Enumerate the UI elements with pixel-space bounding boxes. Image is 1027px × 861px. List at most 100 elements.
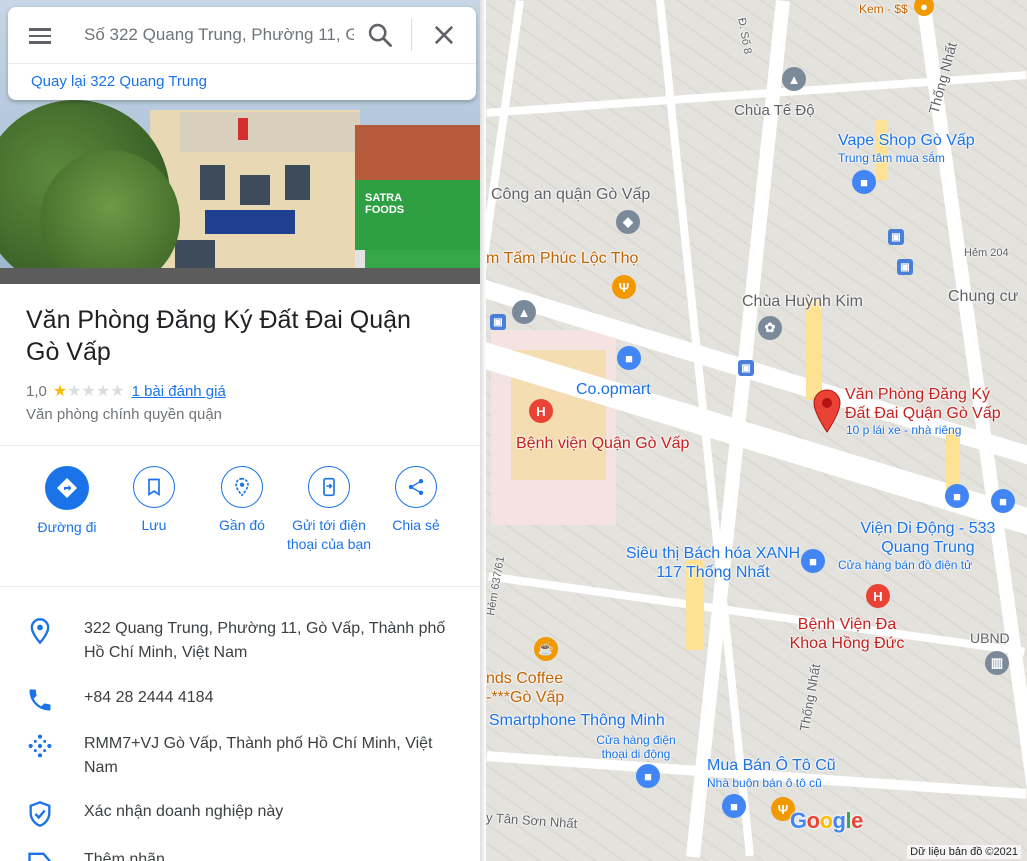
star-empty-icon: ★ <box>67 383 82 400</box>
rating-row: 1,0 ★★★★★ 1 bài đánh giá <box>26 381 226 401</box>
map-label[interactable]: nds Coffee <box>486 670 563 688</box>
search-icon[interactable] <box>366 21 394 49</box>
plus-code-icon <box>28 734 52 758</box>
photo-sign-text: SATRA FOODS <box>365 192 405 216</box>
action-label: Đường đi <box>37 519 97 535</box>
place-category[interactable]: Văn phòng chính quyền quận <box>26 406 222 423</box>
selected-place-sublabel: 10 p lái xe - nhà riêng <box>846 423 962 437</box>
map-label[interactable]: Mua Bán Ô Tô Cũ <box>707 757 836 775</box>
map-canvas[interactable]: Kem · $$ ● Đ. Số 8 Thống Nhất ▲ Chùa Tế … <box>486 0 1027 861</box>
shopping-pin-icon[interactable]: ■ <box>945 484 969 508</box>
building-yellow <box>876 120 888 180</box>
bus-stop-icon[interactable]: ▣ <box>897 259 913 275</box>
map-sublabel: Cửa hàng bán đồ điện tử <box>838 558 973 572</box>
reviews-link[interactable]: 1 bài đánh giá <box>132 383 226 400</box>
map-label[interactable]: Smartphone Thông Minh <box>489 712 665 730</box>
map-label[interactable]: Bệnh Viện Đa Khoa Hồng Đức <box>782 615 912 653</box>
save-button[interactable]: Lưu <box>110 466 198 535</box>
map-sublabel: Nhà buôn bán ô tô cũ <box>707 776 822 790</box>
temple-pin-icon[interactable]: ▲ <box>782 67 806 91</box>
label-icon <box>28 852 52 861</box>
google-logo: Google <box>790 808 863 833</box>
action-label: Chia sẻ <box>392 517 440 533</box>
plus-code-text: RMM7+VJ Gò Vấp, Thành phố Hồ Chí Minh, V… <box>84 735 433 776</box>
shopping-pin-icon[interactable]: ■ <box>991 489 1015 513</box>
directions-icon <box>57 478 77 498</box>
map-attribution[interactable]: Dữ liệu bản đồ ©2021 <box>907 845 1021 859</box>
verified-shield-icon <box>29 801 51 827</box>
street-label: Hẻm 204 <box>964 247 1009 259</box>
photo-window <box>240 175 270 205</box>
search-divider <box>411 19 412 51</box>
phone-icon <box>29 689 51 711</box>
map-label[interactable]: Siêu thị Bách hóa XANH 117 Thống Nhất <box>624 544 802 582</box>
temple-pin-icon[interactable]: ✿ <box>758 316 782 340</box>
menu-icon[interactable] <box>28 25 52 45</box>
shopping-pin-icon[interactable]: ■ <box>722 794 746 818</box>
shopping-pin-icon[interactable]: ■ <box>852 170 876 194</box>
close-icon[interactable] <box>430 21 458 49</box>
bus-stop-icon[interactable]: ▣ <box>490 314 506 330</box>
map-label[interactable]: Viện Di Động - 533 Quang Trung <box>853 519 1003 557</box>
bus-stop-icon[interactable]: ▣ <box>888 229 904 245</box>
search-input[interactable] <box>84 24 354 46</box>
location-pin-icon <box>30 618 50 645</box>
bookmark-icon <box>148 478 160 497</box>
hospital-pin-icon[interactable]: H <box>866 584 890 608</box>
school-pin-icon[interactable]: ▲ <box>512 300 536 324</box>
action-label: Lưu <box>141 517 167 533</box>
shopping-pin-icon[interactable]: ■ <box>636 764 660 788</box>
photo-flag <box>238 118 248 140</box>
food-pin-icon[interactable]: Ψ <box>612 275 636 299</box>
share-button[interactable]: Chia sẻ <box>372 466 460 535</box>
police-pin-icon[interactable]: ◆ <box>616 210 640 234</box>
nearby-icon <box>235 477 249 497</box>
star-empty-icon: ★ <box>110 383 125 400</box>
divider <box>0 445 480 446</box>
action-label: Gửi tới điện thoại của bạn <box>286 517 372 552</box>
map-label[interactable]: Chùa Huỳnh Kim <box>742 293 863 311</box>
bus-stop-icon[interactable]: ▣ <box>738 360 754 376</box>
back-link[interactable]: Quay lại 322 Quang Trung <box>31 73 207 90</box>
map-label[interactable]: m Tấm Phúc Lộc Thọ <box>486 250 638 268</box>
map-label[interactable]: Chùa Tế Độ <box>734 102 815 119</box>
photo-window <box>285 165 310 200</box>
place-title: Văn Phòng Đăng Ký Đất Đai Quận Gò Vấp <box>26 306 411 366</box>
divider <box>8 63 476 64</box>
action-label: Gần đó <box>219 517 265 533</box>
photo-sign <box>205 210 295 234</box>
selected-place-pin-icon[interactable] <box>813 389 841 433</box>
photo-street <box>0 268 480 284</box>
share-icon <box>408 479 424 495</box>
photo-building-top <box>180 112 360 152</box>
map-label[interactable]: UBND <box>970 630 1010 646</box>
nearby-button[interactable]: Gần đó <box>198 466 286 535</box>
map-sublabel: Trung tâm mua sắm <box>838 151 945 165</box>
map-label[interactable]: Chung cư <box>948 288 1018 306</box>
rating-value: 1,0 <box>26 382 47 400</box>
hospital-pin-icon[interactable]: H <box>529 399 553 423</box>
star-empty-icon: ★ <box>81 383 96 400</box>
selected-place-label[interactable]: Văn Phòng Đăng Ký Đất Đai Quận Gò Vấp <box>845 385 1015 423</box>
map-label[interactable]: Bệnh viện Quận Gò Vấp <box>516 435 689 453</box>
map-label[interactable]: Vape Shop Gò Vấp <box>838 132 975 150</box>
rating-stars: ★★★★★ <box>53 381 125 401</box>
directions-button[interactable]: Đường đi <box>23 466 111 537</box>
map-label[interactable]: Kem · $$ <box>859 2 908 16</box>
photo-window <box>200 165 225 200</box>
send-to-phone-button[interactable]: Gửi tới điện thoại của bạn <box>285 466 373 554</box>
star-empty-icon: ★ <box>95 383 111 400</box>
government-pin-icon[interactable]: ▥ <box>985 651 1009 675</box>
phone-text: +84 28 2444 4184 <box>84 689 214 706</box>
send-to-phone-icon <box>323 477 335 497</box>
search-box: Quay lại 322 Quang Trung <box>8 7 476 100</box>
photo-tree <box>40 150 180 284</box>
add-label-text: Thêm nhãn <box>84 851 165 861</box>
map-label[interactable]: Co.opmart <box>576 381 651 399</box>
place-panel: SATRA FOODS Quay lại 322 Quang Trung Văn… <box>0 0 480 861</box>
shopping-pin-icon[interactable]: ■ <box>801 549 825 573</box>
map-label[interactable]: Công an quận Gò Vấp <box>491 186 650 204</box>
shopping-pin-icon[interactable]: ■ <box>617 346 641 370</box>
map-label[interactable]: -***Gò Vấp <box>486 689 564 707</box>
cafe-pin-icon[interactable]: ☕ <box>534 637 558 661</box>
